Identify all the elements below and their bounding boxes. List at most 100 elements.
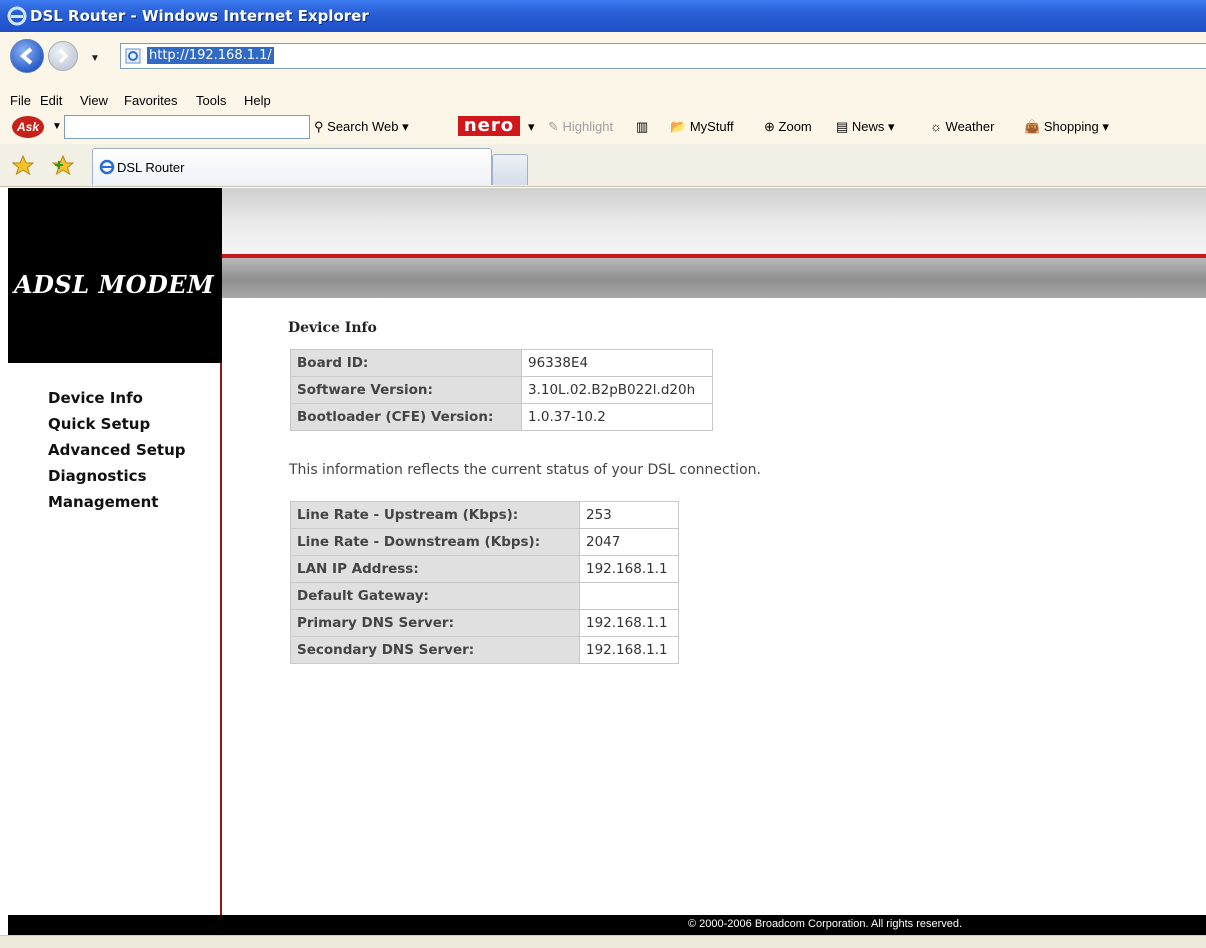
page-icon xyxy=(125,48,141,64)
main-content: Device Info Board ID: 96338E4 Software V… xyxy=(222,298,1206,918)
table-row: Line Rate - Upstream (Kbps): 253 xyxy=(290,501,679,529)
page-footer: © 2000-2006 Broadcom Corporation. All ri… xyxy=(8,915,1206,935)
news-icon: ▤ xyxy=(836,119,849,134)
ask-search-input[interactable] xyxy=(64,115,310,139)
add-favorite-icon[interactable] xyxy=(52,155,74,175)
forward-button[interactable] xyxy=(48,41,78,71)
bootloader-version-value: 1.0.37-10.2 xyxy=(521,403,713,431)
window-titlebar: DSL Router - Windows Internet Explorer xyxy=(0,0,1206,32)
forward-arrow-icon xyxy=(58,48,69,64)
table-row: LAN IP Address: 192.168.1.1 xyxy=(290,555,679,583)
menu-bar: File Edit View Favorites Tools Help xyxy=(0,88,1206,114)
table-row: Software Version: 3.10L.02.B2pB022l.d20h xyxy=(290,376,713,404)
tab-dsl-router[interactable]: DSL Router xyxy=(92,148,492,185)
device-info-table: Board ID: 96338E4 Software Version: 3.10… xyxy=(290,349,713,431)
lan-ip-value: 192.168.1.1 xyxy=(579,555,679,583)
copyright-text: © 2000-2006 Broadcom Corporation. All ri… xyxy=(688,918,963,930)
favorites-star-icon[interactable] xyxy=(12,155,34,175)
search-icon: ⚲ xyxy=(314,119,324,134)
back-button[interactable] xyxy=(10,39,44,73)
zoom-button[interactable]: ⊕ Zoom xyxy=(764,119,812,135)
software-version-value: 3.10L.02.B2pB022l.d20h xyxy=(521,376,713,404)
table-row: Line Rate - Downstream (Kbps): 2047 xyxy=(290,528,679,556)
menu-file[interactable]: File xyxy=(10,93,31,108)
menu-tools[interactable]: Tools xyxy=(196,93,226,108)
header-banner xyxy=(222,188,1206,254)
zoom-icon: ⊕ xyxy=(764,119,775,134)
weather-icon: ☼ xyxy=(930,119,942,134)
nero-logo-icon[interactable]: nero xyxy=(458,116,520,136)
nav-quick-setup[interactable]: Quick Setup xyxy=(48,411,186,437)
shopping-button[interactable]: 👜 Shopping ▾ xyxy=(1024,119,1109,135)
dsl-status-table: Line Rate - Upstream (Kbps): 253 Line Ra… xyxy=(290,501,679,664)
software-version-label: Software Version: xyxy=(290,376,522,404)
status-description: This information reflects the current st… xyxy=(289,462,761,478)
nero-dropdown-icon[interactable]: ▾ xyxy=(528,119,535,135)
downstream-rate-label: Line Rate - Downstream (Kbps): xyxy=(290,528,580,556)
hotbar-icon[interactable]: ▥ xyxy=(636,119,648,135)
tab-label: DSL Router xyxy=(117,160,185,175)
search-web-button[interactable]: ⚲ Search Web ▾ xyxy=(314,119,409,135)
board-id-value: 96338E4 xyxy=(521,349,713,377)
upstream-rate-value: 253 xyxy=(579,501,679,529)
side-navigation: Device Info Quick Setup Advanced Setup D… xyxy=(8,363,222,918)
shopping-label: Shopping xyxy=(1043,119,1099,134)
default-gateway-value xyxy=(579,582,679,610)
highlight-label: Highlight xyxy=(562,119,614,134)
highlight-button[interactable]: ✎ Highlight xyxy=(548,119,613,135)
highlighter-icon: ✎ xyxy=(548,119,559,134)
back-arrow-icon xyxy=(19,47,33,65)
nav-diagnostics[interactable]: Diagnostics xyxy=(48,463,186,489)
brand-title: ADSL MODEM xyxy=(14,270,215,299)
history-dropdown-icon[interactable]: ▼ xyxy=(90,53,100,64)
table-row: Board ID: 96338E4 xyxy=(290,349,713,377)
board-id-label: Board ID: xyxy=(290,349,522,377)
zoom-label: Zoom xyxy=(778,119,812,134)
address-row: ▼ http://192.168.1.1/ xyxy=(0,32,1206,89)
menu-edit[interactable]: Edit xyxy=(40,93,62,108)
header-gray-band xyxy=(222,258,1206,298)
nav-management[interactable]: Management xyxy=(48,489,186,515)
menu-view[interactable]: View xyxy=(80,93,108,108)
weather-label: Weather xyxy=(945,119,995,134)
secondary-dns-label: Secondary DNS Server: xyxy=(290,636,580,664)
nav-device-info[interactable]: Device Info xyxy=(48,385,186,411)
primary-dns-label: Primary DNS Server: xyxy=(290,609,580,637)
menu-help[interactable]: Help xyxy=(244,93,271,108)
address-url[interactable]: http://192.168.1.1/ xyxy=(147,47,274,64)
upstream-rate-label: Line Rate - Upstream (Kbps): xyxy=(290,501,580,529)
ie-page-icon xyxy=(99,159,115,175)
default-gateway-label: Default Gateway: xyxy=(290,582,580,610)
status-bar xyxy=(0,935,1206,948)
address-bar[interactable]: http://192.168.1.1/ xyxy=(120,43,1206,69)
search-web-label: Search Web xyxy=(327,119,399,134)
ask-dropdown-icon[interactable]: ▼ xyxy=(52,121,62,132)
primary-dns-value: 192.168.1.1 xyxy=(579,609,679,637)
news-label: News xyxy=(851,119,885,134)
news-button[interactable]: ▤ News ▾ xyxy=(836,119,895,135)
ie-logo-icon xyxy=(7,6,27,26)
ask-logo-icon[interactable]: Ask xyxy=(12,116,44,138)
menu-favorites[interactable]: Favorites xyxy=(124,93,177,108)
router-page: ADSL MODEM Device Info Quick Setup Advan… xyxy=(8,188,1206,935)
mystuff-button[interactable]: 📂 MyStuff xyxy=(670,119,734,135)
new-tab-button[interactable] xyxy=(492,154,528,185)
table-row: Primary DNS Server: 192.168.1.1 xyxy=(290,609,679,637)
brand-panel: ADSL MODEM xyxy=(8,188,222,363)
table-row: Bootloader (CFE) Version: 1.0.37-10.2 xyxy=(290,403,713,431)
folder-icon: 📂 xyxy=(670,119,687,134)
weather-button[interactable]: ☼ Weather xyxy=(930,119,994,134)
mystuff-label: MyStuff xyxy=(689,119,734,134)
section-title: Device Info xyxy=(288,320,377,336)
nav-advanced-setup[interactable]: Advanced Setup xyxy=(48,437,186,463)
lan-ip-label: LAN IP Address: xyxy=(290,555,580,583)
bootloader-version-label: Bootloader (CFE) Version: xyxy=(290,403,522,431)
window-title: DSL Router - Windows Internet Explorer xyxy=(30,7,369,25)
table-row: Secondary DNS Server: 192.168.1.1 xyxy=(290,636,679,664)
table-row: Default Gateway: xyxy=(290,582,679,610)
downstream-rate-value: 2047 xyxy=(579,528,679,556)
tab-row: DSL Router xyxy=(0,144,1206,187)
secondary-dns-value: 192.168.1.1 xyxy=(579,636,679,664)
ask-toolbar: Ask ▼ ⚲ Search Web ▾ nero ▾ ✎ Highlight … xyxy=(0,112,1206,144)
shopping-bag-icon: 👜 xyxy=(1024,119,1041,134)
